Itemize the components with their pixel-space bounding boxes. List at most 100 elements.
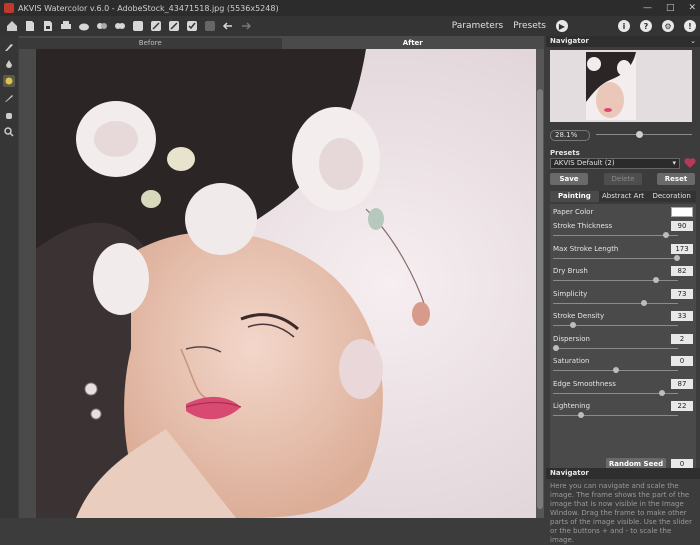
param-slider[interactable] xyxy=(552,344,678,352)
param-slider[interactable] xyxy=(553,232,678,239)
param-value-field[interactable]: 82 xyxy=(671,266,693,276)
slider-knob[interactable] xyxy=(652,277,659,283)
param-slider[interactable] xyxy=(553,367,678,374)
run-icon[interactable]: ▶ xyxy=(556,20,568,32)
maximize-icon[interactable]: □ xyxy=(666,3,675,13)
window-title: AKVIS Watercolor v.6.0 - AdobeStock_4347… xyxy=(18,3,279,13)
home-icon[interactable] xyxy=(6,20,18,32)
slider-track xyxy=(553,415,678,416)
scroll-thumb[interactable] xyxy=(537,89,543,509)
param-value-field[interactable]: 2 xyxy=(671,333,693,344)
print-icon[interactable] xyxy=(60,20,72,32)
tools-sidebar xyxy=(0,36,18,518)
save-preset-button[interactable]: Save xyxy=(550,173,588,185)
slider-knob[interactable] xyxy=(570,322,576,328)
delete-preset-button[interactable]: Delete xyxy=(604,173,642,185)
param-row: Saturation 0 xyxy=(553,356,693,366)
param-value-field[interactable]: 0 xyxy=(671,356,693,366)
slider-track xyxy=(553,257,678,259)
tab-after[interactable]: After xyxy=(281,38,544,49)
upload-icon[interactable] xyxy=(78,20,90,32)
settings-icon[interactable]: ⚙ xyxy=(662,20,674,32)
zoom-tool-icon[interactable] xyxy=(3,126,15,138)
paper-color-swatch[interactable] xyxy=(671,207,693,217)
param-slider[interactable] xyxy=(553,389,678,397)
param-value-field[interactable]: 33 xyxy=(671,311,693,321)
stroke-icon[interactable] xyxy=(168,20,180,32)
tab-abstract-art[interactable]: Abstract Art xyxy=(598,191,648,202)
help-icon[interactable]: ? xyxy=(640,20,652,32)
param-slider[interactable] xyxy=(553,277,678,284)
close-icon[interactable]: ✕ xyxy=(688,3,696,13)
tab-painting[interactable]: Painting xyxy=(550,191,599,202)
slider-knob[interactable] xyxy=(662,232,669,238)
app-logo-icon xyxy=(4,3,14,13)
vertical-scrollbar[interactable] xyxy=(536,49,544,518)
param-label: Simplicity xyxy=(553,289,588,298)
param-slider[interactable] xyxy=(553,412,678,419)
tab-decoration[interactable]: Decoration xyxy=(647,191,697,202)
presets-label: Presets xyxy=(550,149,580,157)
redo-icon[interactable] xyxy=(240,20,252,32)
slider-knob[interactable] xyxy=(612,367,619,373)
brush-check-icon[interactable] xyxy=(186,20,198,32)
navigator-title: Navigator xyxy=(550,37,589,45)
help-header: Navigator xyxy=(546,468,700,479)
tab-before[interactable]: Before xyxy=(19,38,282,49)
param-slider[interactable] xyxy=(553,299,678,307)
slider-knob[interactable] xyxy=(641,299,648,306)
paper-color-row: Paper Color xyxy=(553,207,693,217)
notifications-icon[interactable]: ! xyxy=(684,20,696,32)
zoom-select[interactable]: 28.1% xyxy=(550,129,590,141)
slider-track xyxy=(553,280,678,281)
decoration-brush-icon[interactable] xyxy=(3,75,15,87)
hand-tool-icon[interactable] xyxy=(3,109,15,121)
brush-tool-icon[interactable] xyxy=(3,41,15,53)
parameters-tab[interactable]: Parameters xyxy=(452,21,504,31)
param-slider[interactable] xyxy=(553,322,678,329)
before-after-icon[interactable] xyxy=(114,20,126,32)
navigator-header: Navigator ⌄ xyxy=(546,36,700,47)
chevron-down-icon[interactable]: ⌄ xyxy=(690,36,696,47)
gear-brush-icon[interactable] xyxy=(132,20,144,32)
pencil-tool-icon[interactable] xyxy=(3,92,15,104)
batch-icon[interactable] xyxy=(96,20,108,32)
param-label: Lightening xyxy=(553,402,591,410)
param-label: Stroke Thickness xyxy=(553,222,613,230)
favorite-heart-icon[interactable] xyxy=(684,157,696,169)
help-text: Here you can navigate and scale the imag… xyxy=(550,482,692,544)
slider-knob[interactable] xyxy=(658,389,665,396)
zoom-slider[interactable] xyxy=(596,131,692,139)
slider-knob[interactable] xyxy=(673,254,680,261)
preset-selected-value: AKVIS Default (2) xyxy=(554,159,615,167)
layers-icon[interactable] xyxy=(150,20,162,32)
info-icon[interactable]: i xyxy=(618,20,630,32)
param-value-field[interactable]: 22 xyxy=(671,401,693,411)
open-icon[interactable] xyxy=(24,20,36,32)
disabled-icon xyxy=(204,20,216,32)
drop-tool-icon[interactable] xyxy=(3,58,15,70)
painting-settings: Paper Color Stroke Thickness 90 Max Stroke… xyxy=(550,204,696,470)
param-value-field[interactable]: 73 xyxy=(671,288,693,299)
param-label: Dispersion xyxy=(553,334,590,343)
param-value-field[interactable]: 173 xyxy=(671,243,693,254)
param-value-field[interactable]: 90 xyxy=(671,221,693,231)
param-row: Stroke Thickness 90 xyxy=(553,221,693,231)
navigator-preview[interactable] xyxy=(550,50,692,122)
slider-track xyxy=(553,302,678,304)
slider-knob[interactable] xyxy=(552,344,559,351)
param-label: Stroke Density xyxy=(553,312,605,320)
slider-knob[interactable] xyxy=(577,412,584,418)
presets-tab[interactable]: Presets xyxy=(513,21,546,31)
watercolor-image[interactable] xyxy=(36,49,541,518)
paper-color-label: Paper Color xyxy=(553,208,594,216)
zoom-slider-knob[interactable] xyxy=(636,131,644,138)
preset-select[interactable]: AKVIS Default (2) ▾ xyxy=(550,158,680,169)
image-window[interactable]: Before After xyxy=(19,36,544,518)
undo-icon[interactable] xyxy=(222,20,234,32)
param-value-field[interactable]: 87 xyxy=(671,378,693,389)
minimize-icon[interactable]: — xyxy=(643,3,652,13)
save-icon[interactable] xyxy=(42,20,54,32)
reset-preset-button[interactable]: Reset xyxy=(657,173,695,185)
param-slider[interactable] xyxy=(553,254,680,262)
